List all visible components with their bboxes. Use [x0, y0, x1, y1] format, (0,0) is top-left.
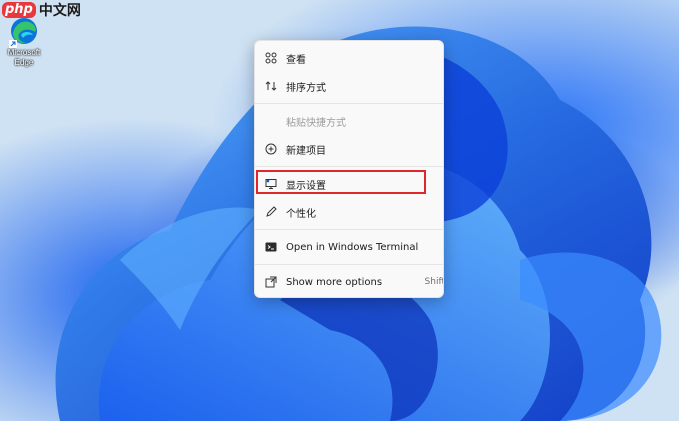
desktop-icon-label: Microsoft Edge [7, 48, 41, 67]
new-item-icon [264, 142, 278, 156]
menu-item-label: 新建项目 [286, 145, 326, 157]
sort-icon [264, 79, 278, 93]
terminal-icon [264, 240, 278, 254]
edge-icon [9, 16, 39, 48]
desktop-icon-edge[interactable]: Microsoft Edge [2, 16, 46, 68]
pen-icon [264, 205, 278, 219]
menu-separator [255, 166, 443, 167]
menu-item-sort[interactable]: 排序方式 [255, 73, 443, 99]
view-grid-icon [264, 51, 278, 65]
context-menu: 查看 排序方式 粘贴快捷方式 新建项目 显示设置 个性化 Open in Win… [254, 40, 444, 298]
menu-item-label: Open in Windows Terminal [286, 241, 419, 253]
menu-separator [255, 229, 443, 230]
menu-item-label: Show more options [286, 276, 383, 288]
menu-item-view[interactable]: 查看 [255, 45, 443, 71]
menu-item-terminal[interactable]: Open in Windows Terminal [255, 234, 443, 260]
menu-item-label: 查看 [286, 54, 306, 66]
more-options-icon [264, 275, 278, 289]
menu-separator [255, 264, 443, 265]
menu-item-personalize[interactable]: 个性化 [255, 199, 443, 225]
menu-item-label: 排序方式 [286, 82, 326, 94]
menu-item-label: 个性化 [286, 208, 316, 220]
menu-item-shortcut: Shift [424, 277, 444, 287]
menu-item-label: 粘贴快捷方式 [286, 117, 346, 129]
menu-separator [255, 103, 443, 104]
menu-item-paste-shortcut: 粘贴快捷方式 [255, 108, 443, 134]
menu-item-new[interactable]: 新建项目 [255, 136, 443, 162]
shortcut-arrow-icon [9, 40, 17, 48]
menu-item-show-more[interactable]: Show more options Shift [255, 269, 444, 295]
highlight-box [256, 170, 426, 194]
